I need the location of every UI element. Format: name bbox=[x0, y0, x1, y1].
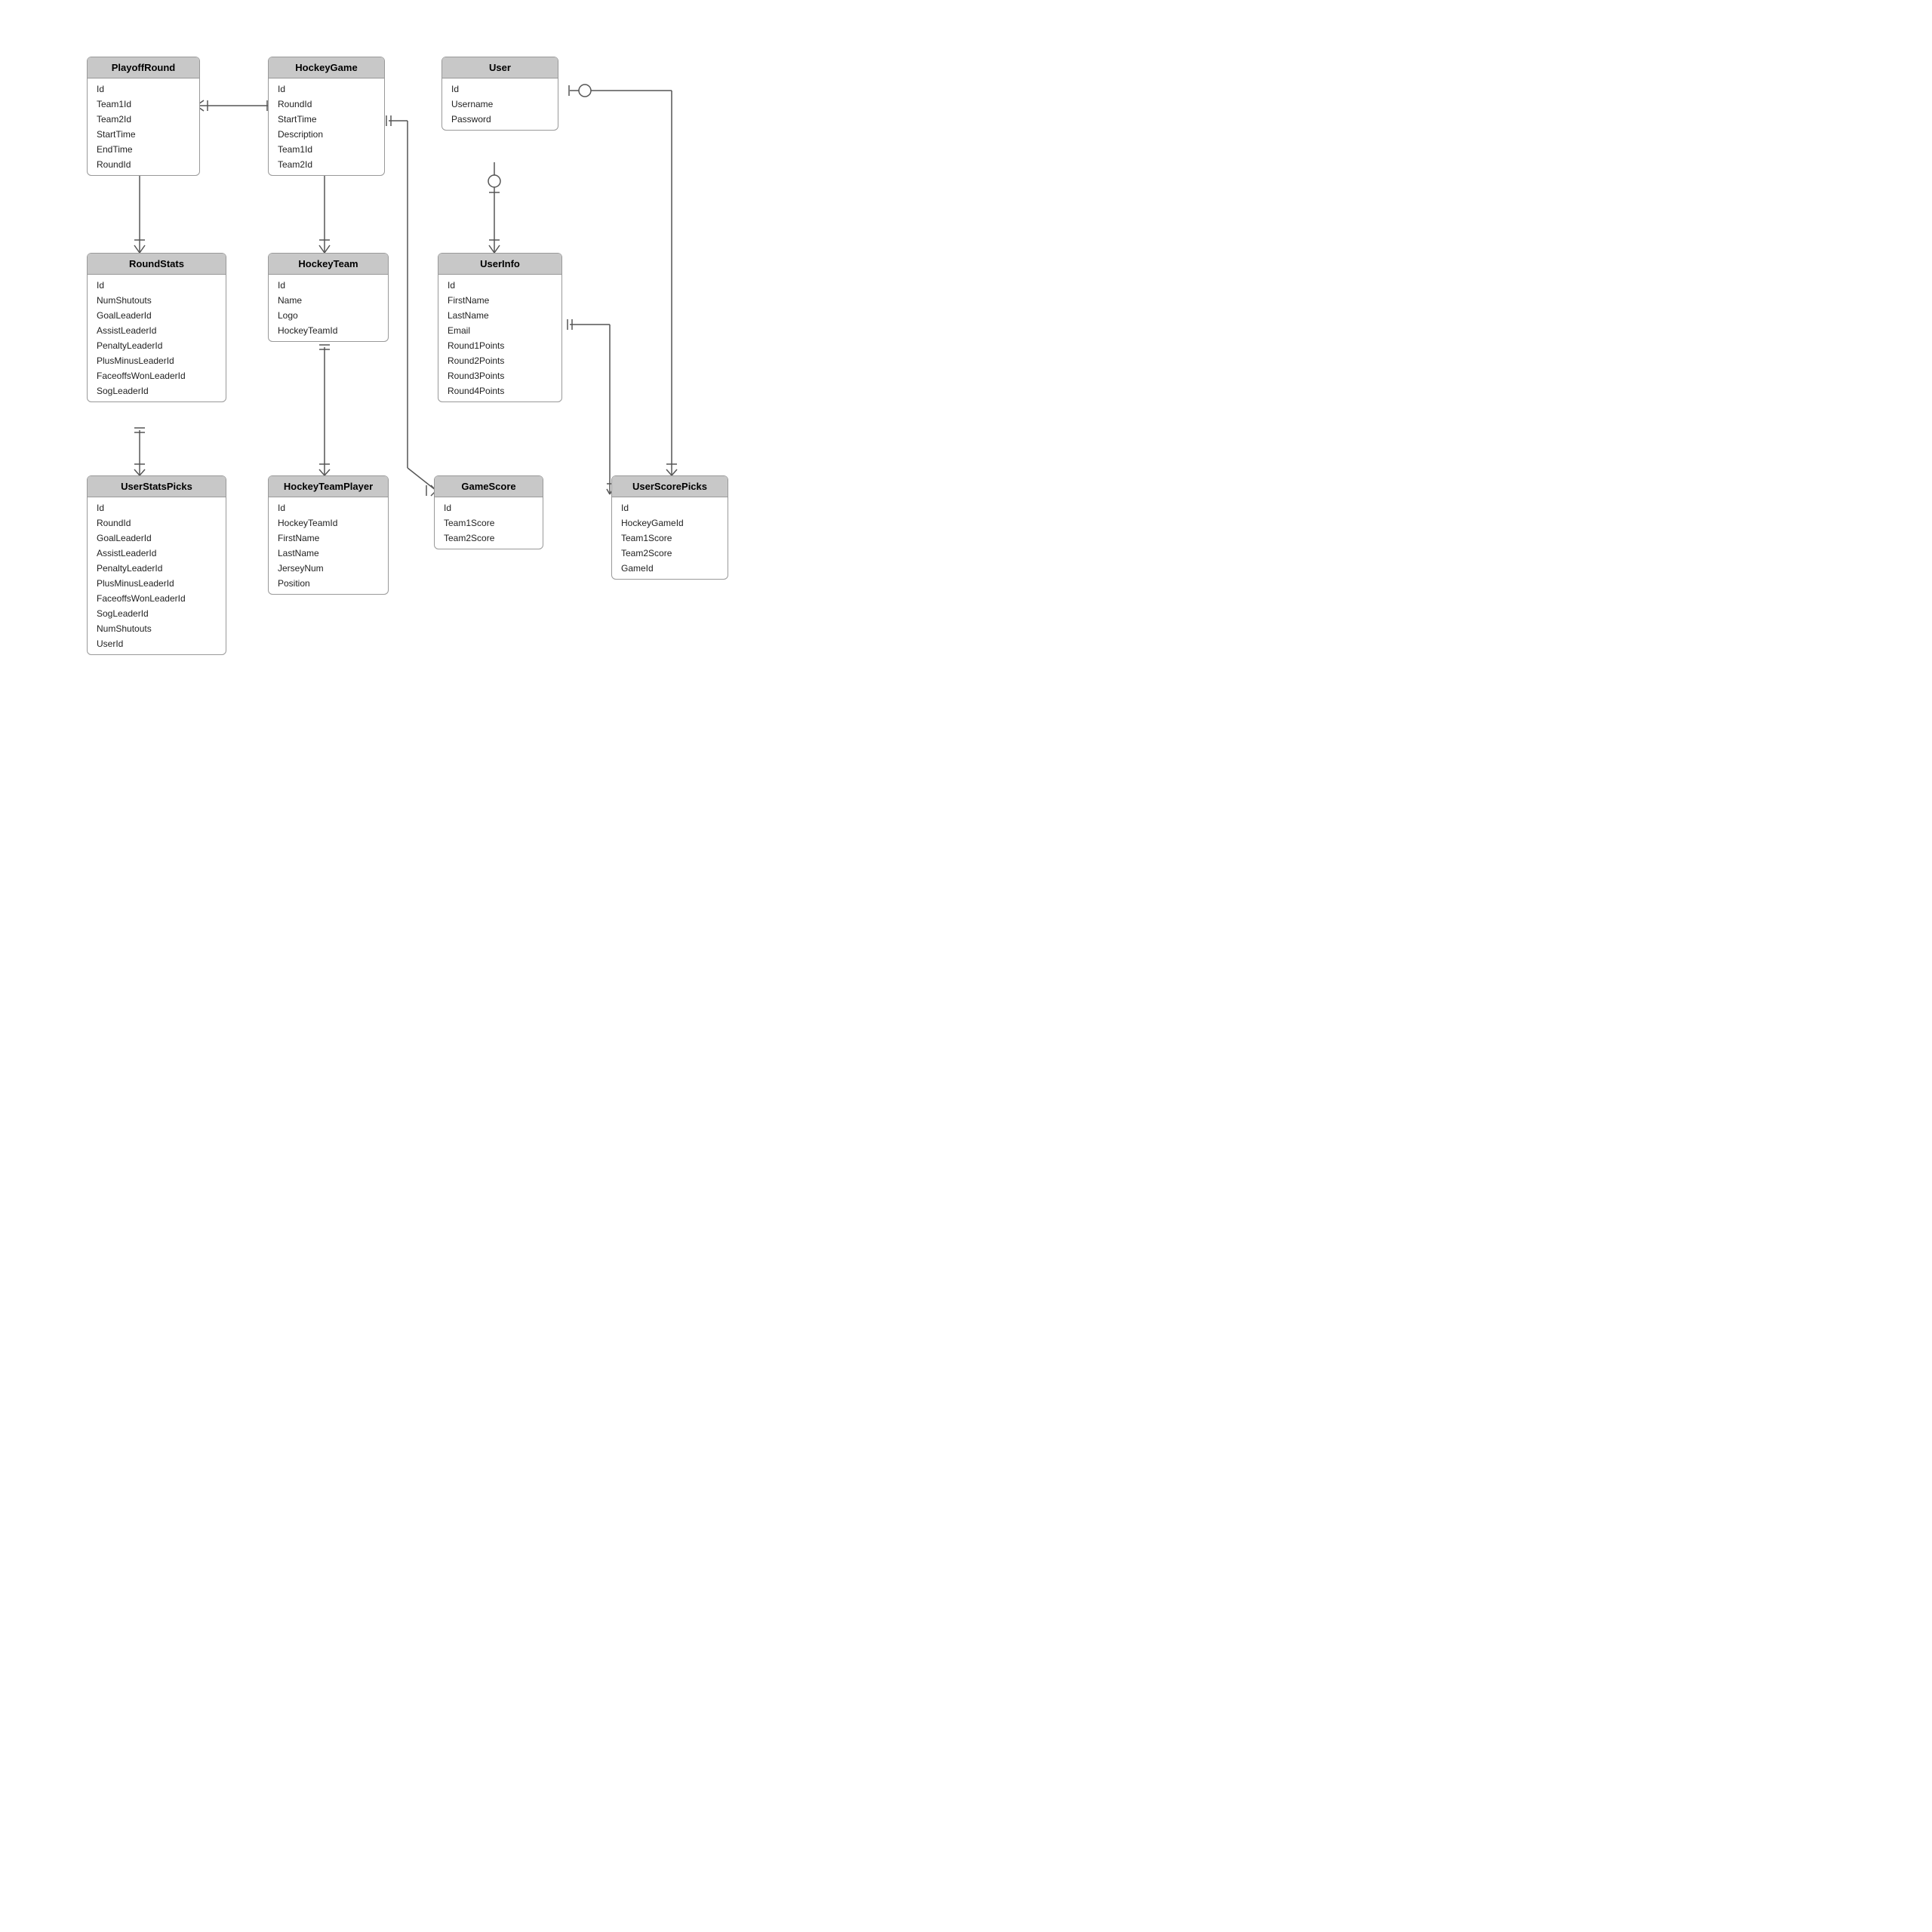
field-UserScorePicks-Team2Score: Team2Score bbox=[612, 546, 728, 561]
field-UserStatsPicks-NumShutouts: NumShutouts bbox=[88, 621, 226, 636]
entity-fields-UserInfo: Id FirstName LastName Email Round1Points… bbox=[438, 275, 561, 401]
field-GameScore-Team2Score: Team2Score bbox=[435, 531, 543, 546]
field-UserStatsPicks-AssistLeaderId: AssistLeaderId bbox=[88, 546, 226, 561]
field-RoundStats-NumShutouts: NumShutouts bbox=[88, 293, 226, 308]
field-PlayoffRound-Id: Id bbox=[88, 82, 199, 97]
entity-User: User Id Username Password bbox=[441, 57, 558, 131]
field-HockeyTeam-Id: Id bbox=[269, 278, 388, 293]
entity-HockeyGame: HockeyGame Id RoundId StartTime Descript… bbox=[268, 57, 385, 176]
field-RoundStats-SogLeaderId: SogLeaderId bbox=[88, 383, 226, 398]
field-UserStatsPicks-SogLeaderId: SogLeaderId bbox=[88, 606, 226, 621]
entity-header-UserStatsPicks: UserStatsPicks bbox=[88, 476, 226, 497]
field-HockeyTeamPlayer-Position: Position bbox=[269, 576, 388, 591]
entity-RoundStats: RoundStats Id NumShutouts GoalLeaderId A… bbox=[87, 253, 226, 402]
field-PlayoffRound-Team2Id: Team2Id bbox=[88, 112, 199, 127]
entity-header-PlayoffRound: PlayoffRound bbox=[88, 57, 199, 78]
field-UserStatsPicks-RoundId: RoundId bbox=[88, 515, 226, 531]
field-PlayoffRound-RoundId: RoundId bbox=[88, 157, 199, 172]
field-RoundStats-FaceoffsWonLeaderId: FaceoffsWonLeaderId bbox=[88, 368, 226, 383]
field-UserScorePicks-Id: Id bbox=[612, 500, 728, 515]
field-PlayoffRound-EndTime: EndTime bbox=[88, 142, 199, 157]
field-HockeyTeamPlayer-Id: Id bbox=[269, 500, 388, 515]
field-HockeyGame-Description: Description bbox=[269, 127, 384, 142]
field-HockeyTeamPlayer-JerseyNum: JerseyNum bbox=[269, 561, 388, 576]
field-UserInfo-LastName: LastName bbox=[438, 308, 561, 323]
field-UserInfo-FirstName: FirstName bbox=[438, 293, 561, 308]
field-GameScore-Team1Score: Team1Score bbox=[435, 515, 543, 531]
entity-header-UserInfo: UserInfo bbox=[438, 254, 561, 275]
entity-fields-User: Id Username Password bbox=[442, 78, 558, 130]
field-UserScorePicks-HockeyGameId: HockeyGameId bbox=[612, 515, 728, 531]
field-HockeyGame-RoundId: RoundId bbox=[269, 97, 384, 112]
field-UserStatsPicks-UserId: UserId bbox=[88, 636, 226, 651]
entity-header-HockeyTeam: HockeyTeam bbox=[269, 254, 388, 275]
field-HockeyGame-Team2Id: Team2Id bbox=[269, 157, 384, 172]
field-User-Username: Username bbox=[442, 97, 558, 112]
entity-HockeyTeam: HockeyTeam Id Name Logo HockeyTeamId bbox=[268, 253, 389, 342]
field-User-Password: Password bbox=[442, 112, 558, 127]
entity-fields-HockeyGame: Id RoundId StartTime Description Team1Id… bbox=[269, 78, 384, 175]
field-HockeyTeamPlayer-HockeyTeamId: HockeyTeamId bbox=[269, 515, 388, 531]
field-HockeyTeam-HockeyTeamId: HockeyTeamId bbox=[269, 323, 388, 338]
field-UserStatsPicks-PlusMinusLeaderId: PlusMinusLeaderId bbox=[88, 576, 226, 591]
field-PlayoffRound-Team1Id: Team1Id bbox=[88, 97, 199, 112]
entity-header-HockeyTeamPlayer: HockeyTeamPlayer bbox=[269, 476, 388, 497]
field-UserInfo-Round2Points: Round2Points bbox=[438, 353, 561, 368]
field-HockeyTeamPlayer-FirstName: FirstName bbox=[269, 531, 388, 546]
field-UserStatsPicks-FaceoffsWonLeaderId: FaceoffsWonLeaderId bbox=[88, 591, 226, 606]
entity-UserStatsPicks: UserStatsPicks Id RoundId GoalLeaderId A… bbox=[87, 475, 226, 655]
field-UserInfo-Round4Points: Round4Points bbox=[438, 383, 561, 398]
entity-fields-UserScorePicks: Id HockeyGameId Team1Score Team2Score Ga… bbox=[612, 497, 728, 579]
field-HockeyTeam-Logo: Logo bbox=[269, 308, 388, 323]
field-HockeyGame-Id: Id bbox=[269, 82, 384, 97]
entity-header-UserScorePicks: UserScorePicks bbox=[612, 476, 728, 497]
field-UserInfo-Round3Points: Round3Points bbox=[438, 368, 561, 383]
field-UserScorePicks-GameId: GameId bbox=[612, 561, 728, 576]
field-UserInfo-Id: Id bbox=[438, 278, 561, 293]
field-HockeyGame-StartTime: StartTime bbox=[269, 112, 384, 127]
erd-diagram: PlayoffRound Id Team1Id Team2Id StartTim… bbox=[0, 0, 830, 830]
entity-header-RoundStats: RoundStats bbox=[88, 254, 226, 275]
field-HockeyTeam-Name: Name bbox=[269, 293, 388, 308]
field-RoundStats-GoalLeaderId: GoalLeaderId bbox=[88, 308, 226, 323]
field-UserInfo-Round1Points: Round1Points bbox=[438, 338, 561, 353]
field-User-Id: Id bbox=[442, 82, 558, 97]
entity-UserInfo: UserInfo Id FirstName LastName Email Rou… bbox=[438, 253, 562, 402]
field-RoundStats-PlusMinusLeaderId: PlusMinusLeaderId bbox=[88, 353, 226, 368]
entity-fields-HockeyTeam: Id Name Logo HockeyTeamId bbox=[269, 275, 388, 341]
entity-PlayoffRound: PlayoffRound Id Team1Id Team2Id StartTim… bbox=[87, 57, 200, 176]
field-HockeyTeamPlayer-LastName: LastName bbox=[269, 546, 388, 561]
field-GameScore-Id: Id bbox=[435, 500, 543, 515]
entity-header-User: User bbox=[442, 57, 558, 78]
entity-header-HockeyGame: HockeyGame bbox=[269, 57, 384, 78]
entity-GameScore: GameScore Id Team1Score Team2Score bbox=[434, 475, 543, 549]
field-UserScorePicks-Team1Score: Team1Score bbox=[612, 531, 728, 546]
field-UserStatsPicks-GoalLeaderId: GoalLeaderId bbox=[88, 531, 226, 546]
field-PlayoffRound-StartTime: StartTime bbox=[88, 127, 199, 142]
entity-fields-RoundStats: Id NumShutouts GoalLeaderId AssistLeader… bbox=[88, 275, 226, 401]
entity-fields-PlayoffRound: Id Team1Id Team2Id StartTime EndTime Rou… bbox=[88, 78, 199, 175]
entity-UserScorePicks: UserScorePicks Id HockeyGameId Team1Scor… bbox=[611, 475, 728, 580]
entity-fields-UserStatsPicks: Id RoundId GoalLeaderId AssistLeaderId P… bbox=[88, 497, 226, 654]
entity-fields-GameScore: Id Team1Score Team2Score bbox=[435, 497, 543, 549]
entity-fields-HockeyTeamPlayer: Id HockeyTeamId FirstName LastName Jerse… bbox=[269, 497, 388, 594]
field-RoundStats-Id: Id bbox=[88, 278, 226, 293]
field-RoundStats-PenaltyLeaderId: PenaltyLeaderId bbox=[88, 338, 226, 353]
entity-HockeyTeamPlayer: HockeyTeamPlayer Id HockeyTeamId FirstNa… bbox=[268, 475, 389, 595]
field-UserInfo-Email: Email bbox=[438, 323, 561, 338]
entity-header-GameScore: GameScore bbox=[435, 476, 543, 497]
field-UserStatsPicks-Id: Id bbox=[88, 500, 226, 515]
field-UserStatsPicks-PenaltyLeaderId: PenaltyLeaderId bbox=[88, 561, 226, 576]
field-RoundStats-AssistLeaderId: AssistLeaderId bbox=[88, 323, 226, 338]
field-HockeyGame-Team1Id: Team1Id bbox=[269, 142, 384, 157]
